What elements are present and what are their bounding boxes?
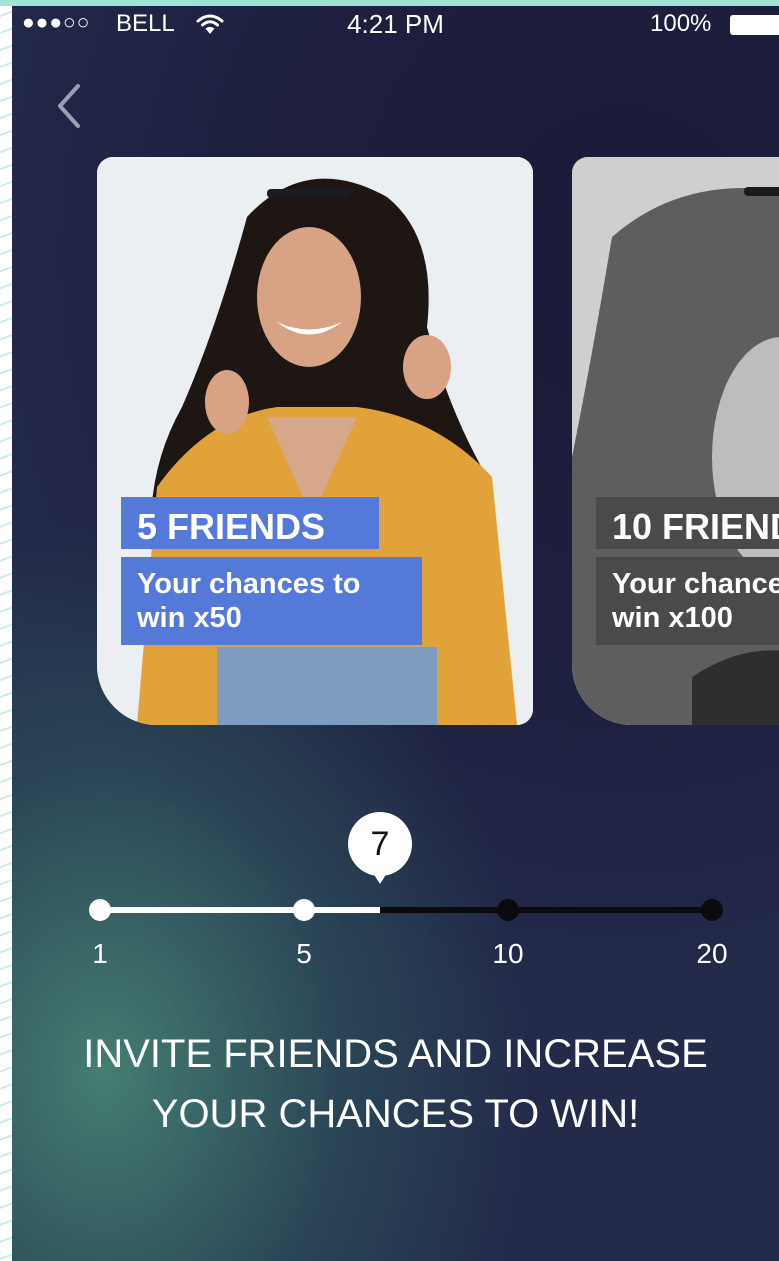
left-edge-decoration — [0, 0, 12, 1261]
card-friends-count: 10 FRIENDS — [596, 497, 779, 549]
slider-thumb-pointer — [371, 870, 389, 884]
card-chances-line2: win x50 — [137, 602, 242, 634]
card-chances-line1: Your chances to — [137, 568, 361, 600]
chevron-left-icon — [58, 84, 80, 128]
slider-label-10: 10 — [492, 938, 524, 969]
friends-count-slider[interactable]: 7 1 5 10 20 — [12, 786, 779, 986]
card-chances-text: Your chances to win x100 — [596, 557, 779, 645]
battery-icon — [730, 15, 779, 35]
headline-line1: INVITE FRIENDS AND INCREASE — [83, 1032, 708, 1076]
back-button[interactable] — [48, 78, 92, 134]
slider-value-bubble[interactable]: 7 — [348, 812, 412, 876]
headline-line2: YOUR CHANCES TO WIN! — [151, 1092, 640, 1136]
card-chances-line2: win x100 — [612, 602, 733, 634]
status-bar: ●●●○○ BELL 4:21 PM 100% — [12, 6, 779, 46]
slider-label-5: 5 — [296, 938, 312, 969]
slider-stop-20[interactable] — [701, 899, 723, 921]
invite-headline: INVITE FRIENDS AND INCREASE YOUR CHANCES… — [12, 1024, 779, 1144]
slider-label-20: 20 — [696, 938, 728, 969]
slider-stop-1[interactable] — [89, 899, 111, 921]
slider-label-1: 1 — [92, 938, 108, 969]
slider-stop-5[interactable] — [293, 899, 315, 921]
card-chances-text: Your chances to win x50 — [121, 557, 422, 645]
slider-stop-10[interactable] — [497, 899, 519, 921]
battery-percentage: 100% — [650, 10, 712, 37]
reward-card-5-friends[interactable]: 5 FRIENDS Your chances to win x50 — [97, 157, 533, 725]
slider-track-filled[interactable] — [100, 907, 380, 913]
phone-screen: ●●●○○ BELL 4:21 PM 100% 5 FRIENDS Your c… — [12, 6, 779, 1261]
card-chances-line1: Your chances to — [612, 568, 779, 600]
reward-card-10-friends[interactable]: 10 FRIENDS Your chances to win x100 — [572, 157, 779, 725]
slider-track-empty[interactable] — [380, 907, 712, 913]
card-friends-count: 5 FRIENDS — [121, 497, 379, 549]
